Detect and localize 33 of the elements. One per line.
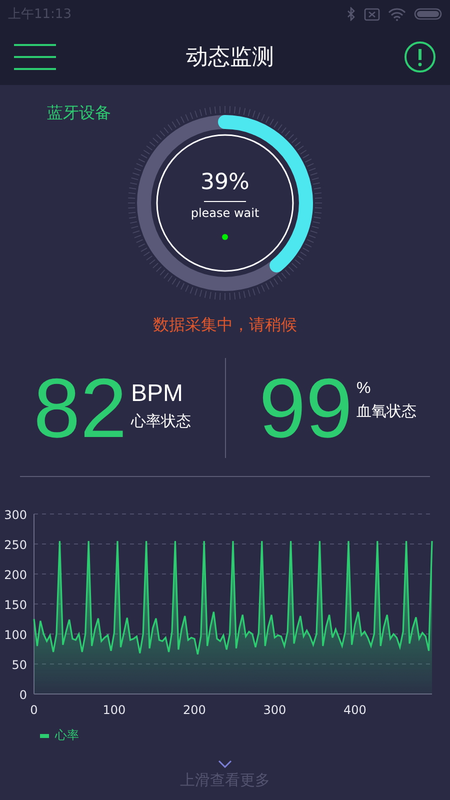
bluetooth-icon [347,7,356,21]
metric-unit: % [356,380,372,398]
y-tick-label: 200 [4,568,27,582]
x-tick-label: 100 [102,703,126,717]
legend-label: 心率 [55,727,79,744]
status-dot [222,234,228,240]
status-message: 数据采集中，请稍候 [152,315,298,336]
sim-icon [364,8,380,20]
x-tick-label: 0 [30,703,38,717]
progress-caption: please wait [190,206,260,220]
progress-percent: 39% [200,170,250,195]
y-tick-label: 250 [4,538,27,552]
y-tick-label: 0 [19,688,27,702]
metric-unit: BPM [130,380,184,408]
y-tick-label: 300 [4,508,27,522]
y-tick-label: 100 [4,628,27,642]
y-tick-label: 50 [12,658,27,672]
device-link[interactable]: 蓝牙设备 [47,103,111,122]
alert-icon[interactable] [404,40,436,72]
chevron-down-icon [218,760,232,768]
battery-icon [414,8,442,20]
y-tick-label: 150 [4,598,27,612]
metric-label: 血氧状态 [356,402,416,421]
x-tick-label: 400 [344,703,366,717]
metric-label: 心率状态 [130,412,191,431]
wifi-icon [388,8,406,20]
screen-title: 动态监测 [186,44,274,72]
legend-swatch [40,734,49,738]
x-tick-label: 300 [263,703,286,717]
metric-value: 82 [34,366,127,450]
x-tick-label: 200 [183,703,206,717]
menu-icon[interactable] [14,44,56,70]
metric-value: 99 [259,366,352,450]
